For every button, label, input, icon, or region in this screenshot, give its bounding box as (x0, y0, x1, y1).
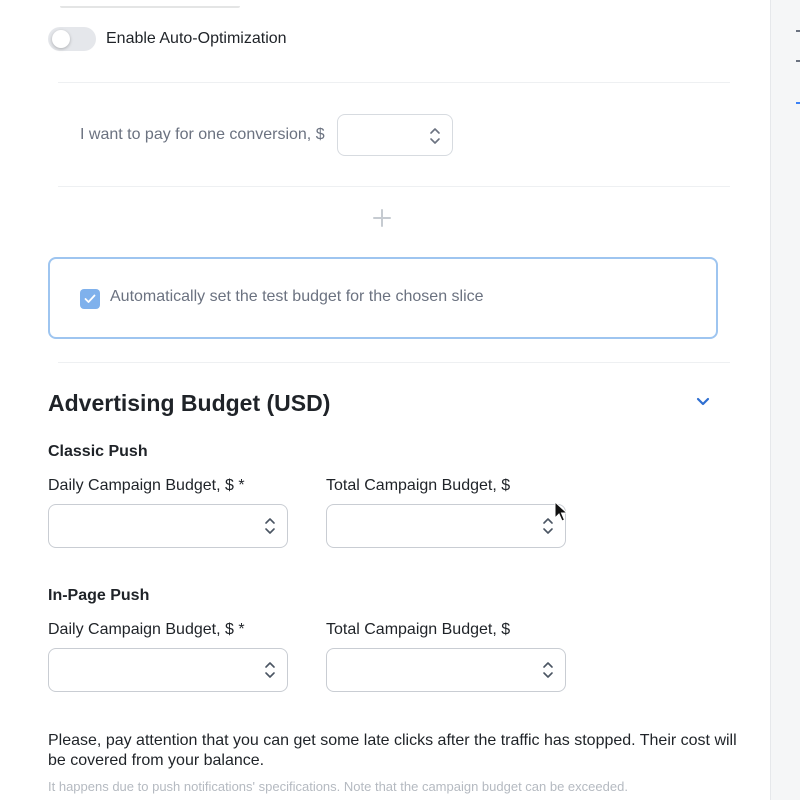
chevron-down-icon[interactable] (695, 395, 711, 409)
in-page-push-heading: In-Page Push (48, 587, 150, 604)
section-title: Advertising Budget (USD) (48, 390, 331, 416)
conversion-price-stepper[interactable] (428, 125, 442, 147)
auto-optimization-label: Enable Auto-Optimization (106, 30, 287, 47)
conversion-price-input[interactable] (336, 114, 453, 156)
classic-daily-stepper[interactable] (263, 515, 277, 537)
stepper-icon (543, 518, 553, 534)
classic-total-stepper[interactable] (541, 515, 555, 537)
side-panel-link-fragment[interactable] (796, 102, 800, 104)
in-page-total-label: Total Campaign Budget, $ (326, 621, 511, 638)
in-page-daily-label: Daily Campaign Budget, $ * (48, 621, 245, 638)
side-panel-fragment (796, 30, 800, 32)
divider (58, 362, 730, 363)
side-panel-fragment (796, 60, 800, 62)
divider (58, 186, 730, 187)
classic-push-heading: Classic Push (48, 443, 148, 460)
budget-exceed-note: It happens due to push notifications' sp… (48, 779, 628, 794)
classic-daily-label: Daily Campaign Budget, $ * (48, 477, 245, 494)
check-icon (84, 294, 96, 303)
classic-total-label: Total Campaign Budget, $ (326, 477, 511, 494)
conversion-price-label: I want to pay for one conversion, $ (80, 126, 325, 143)
auto-optimization-toggle[interactable] (48, 27, 96, 51)
auto-budget-label: Automatically set the test budget for th… (110, 288, 484, 305)
divider (58, 82, 730, 83)
in-page-total-budget-input[interactable] (326, 648, 566, 692)
auto-optimization-row: Enable Auto-Optimization (48, 27, 287, 51)
in-page-total-stepper[interactable] (541, 659, 555, 681)
stepper-icon (543, 662, 553, 678)
stepper-icon (265, 518, 275, 534)
auto-budget-checkbox[interactable] (80, 289, 100, 309)
classic-daily-budget-input[interactable] (48, 504, 288, 548)
toggle-knob (52, 30, 70, 48)
conversion-price-row: I want to pay for one conversion, $ (80, 114, 453, 156)
in-page-daily-stepper[interactable] (263, 659, 277, 681)
in-page-daily-budget-input[interactable] (48, 648, 288, 692)
stepper-icon (265, 662, 275, 678)
header-fragment (60, 0, 240, 8)
auto-budget-box: Automatically set the test budget for th… (48, 257, 718, 339)
stepper-icon (429, 128, 440, 144)
mouse-pointer-icon (554, 500, 569, 523)
campaign-settings-card: Enable Auto-Optimization I want to pay f… (0, 0, 771, 800)
plus-icon[interactable] (372, 208, 392, 228)
late-clicks-note: Please, pay attention that you can get s… (48, 732, 737, 769)
classic-total-budget-input[interactable] (326, 504, 566, 548)
